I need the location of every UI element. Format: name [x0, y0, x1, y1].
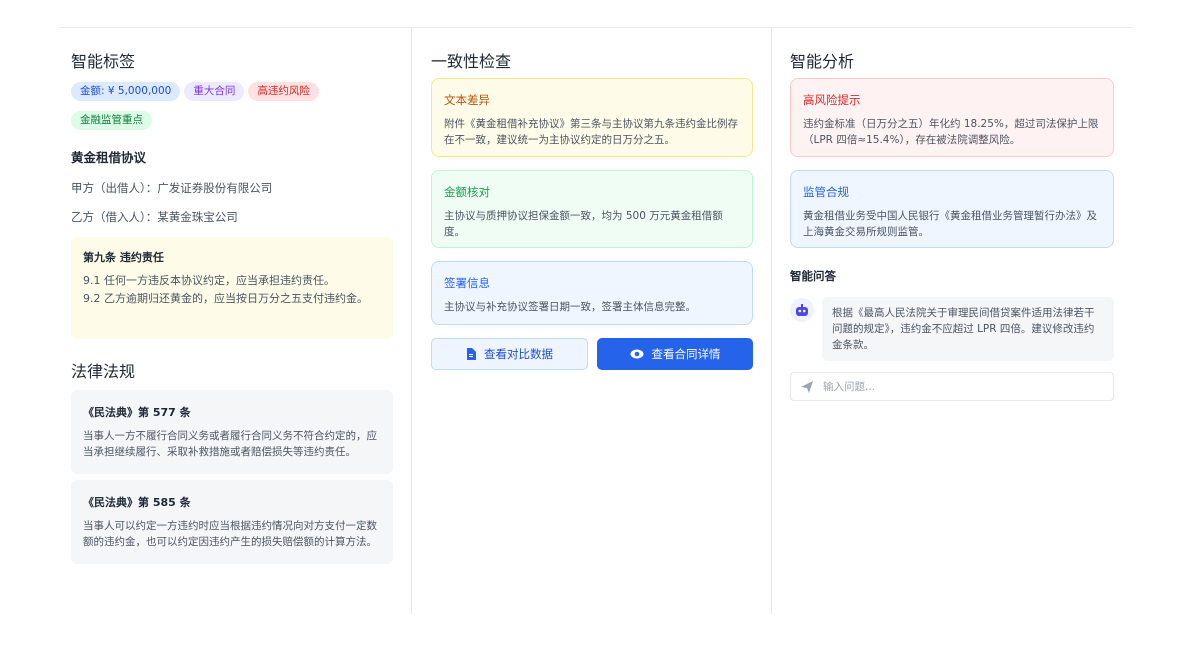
tag-amount[interactable]: 金额: ¥ 5,000,000	[71, 82, 181, 101]
high-risk-card: 高风险提示 违约金标准（日万分之五）年化约 18.25%，超过司法保护上限（LP…	[790, 78, 1114, 157]
card-body: 主协议与质押协议担保金额一致，均为 500 万元黄金租借额度。	[444, 210, 723, 238]
clause-card: 第九条 违约责任 9.1 任何一方违反本协议约定，应当承担违约责任。 9.2 乙…	[71, 237, 393, 339]
tag-major-contract[interactable]: 重大合同	[184, 82, 245, 101]
law-body: 当事人可以约定一方违约时应当根据违约情况向对方支付一定数额的违约金，也可以约定因…	[83, 520, 377, 548]
law-body: 当事人一方不履行合同义务或者履行合同义务不符合约定的，应当承担继续履行、采取补救…	[83, 430, 377, 458]
party-a: 甲方（出借人）：广发证券股份有限公司	[71, 181, 273, 195]
qa-title: 智能问答	[790, 269, 836, 283]
card-title: 文本差异	[444, 93, 490, 107]
question-input[interactable]: 输入问题...	[790, 372, 1114, 401]
laws-title: 法律法规	[71, 362, 136, 381]
clause-title: 第九条 违约责任	[83, 251, 164, 264]
signature-info-card: 签署信息 主协议与补充协议签署日期一致，签署主体信息完整。	[431, 261, 753, 325]
tag-list: 金额: ¥ 5,000,000 重大合同 高违约风险 金融监管重点	[71, 79, 371, 137]
view-compare-label: 查看对比数据	[484, 347, 553, 361]
question-input-placeholder: 输入问题...	[823, 381, 876, 393]
send-icon[interactable]	[801, 380, 813, 393]
text-diff-card: 文本差异 附件《黄金租借补充协议》第三条与主协议第九条违约金比例存在不一致，建议…	[431, 78, 753, 157]
smart-analysis-panel: 智能分析 高风险提示 违约金标准（日万分之五）年化约 18.25%，超过司法保护…	[772, 28, 1132, 614]
card-body: 附件《黄金租借补充协议》第三条与主协议第九条违约金比例存在不一致，建议统一为主协…	[444, 118, 738, 146]
robot-icon	[790, 298, 814, 322]
card-title: 高风险提示	[803, 93, 861, 107]
smart-tags-panel: 智能标签 金额: ¥ 5,000,000 重大合同 高违约风险 金融监管重点 黄金租…	[60, 28, 412, 614]
view-detail-button[interactable]: 查看合同详情	[597, 338, 753, 370]
card-body: 主协议与补充协议签署日期一致，签署主体信息完整。	[444, 301, 696, 313]
view-compare-button[interactable]: 查看对比数据	[431, 338, 588, 370]
qa-answer-bubble: 根据《最高人民法院关于审理民间借贷案件适用法律若干问题的规定》，违约金不应超过 …	[822, 297, 1114, 361]
law-card[interactable]: 《民法典》第 577 条 当事人一方不履行合同义务或者履行合同义务不符合约定的，…	[71, 390, 393, 474]
amount-check-card: 金额核对 主协议与质押协议担保金额一致，均为 500 万元黄金租借额度。	[431, 170, 753, 248]
law-title: 《民法典》第 577 条	[83, 406, 191, 419]
analysis-title: 智能分析	[790, 52, 855, 71]
view-detail-label: 查看合同详情	[651, 347, 721, 361]
card-body: 黄金租借业务受中国人民银行《黄金租借业务管理暂行办法》及上海黄金交易所规则监管。	[803, 210, 1097, 238]
law-card[interactable]: 《民法典》第 585 条 当事人可以约定一方违约时应当根据违约情况向对方支付一定…	[71, 480, 393, 564]
smart-tags-title: 智能标签	[71, 52, 136, 71]
eye-icon	[630, 349, 643, 359]
law-title: 《民法典》第 585 条	[83, 496, 191, 509]
consistency-panel: 一致性检查 文本差异 附件《黄金租借补充协议》第三条与主协议第九条违约金比例存在…	[412, 28, 772, 614]
clause-line: 9.2 乙方逾期归还黄金的，应当按日万分之五支付违约金。	[83, 292, 368, 305]
party-b: 乙方（借入人）：某黄金珠宝公司	[71, 210, 238, 224]
tag-high-risk[interactable]: 高违约风险	[248, 82, 319, 101]
card-title: 监管合规	[803, 185, 849, 199]
tag-regulatory[interactable]: 金融监管重点	[71, 111, 152, 130]
document-icon	[467, 348, 476, 360]
consistency-title: 一致性检查	[431, 52, 512, 71]
compliance-card: 监管合规 黄金租借业务受中国人民银行《黄金租借业务管理暂行办法》及上海黄金交易所…	[790, 170, 1114, 248]
card-title: 签署信息	[444, 276, 490, 290]
card-title: 金额核对	[444, 185, 490, 199]
clause-line: 9.1 任何一方违反本协议约定，应当承担违约责任。	[83, 274, 335, 287]
contract-title: 黄金租借协议	[71, 150, 147, 165]
card-body: 违约金标准（日万分之五）年化约 18.25%，超过司法保护上限（LPR 四倍≈1…	[803, 118, 1099, 146]
